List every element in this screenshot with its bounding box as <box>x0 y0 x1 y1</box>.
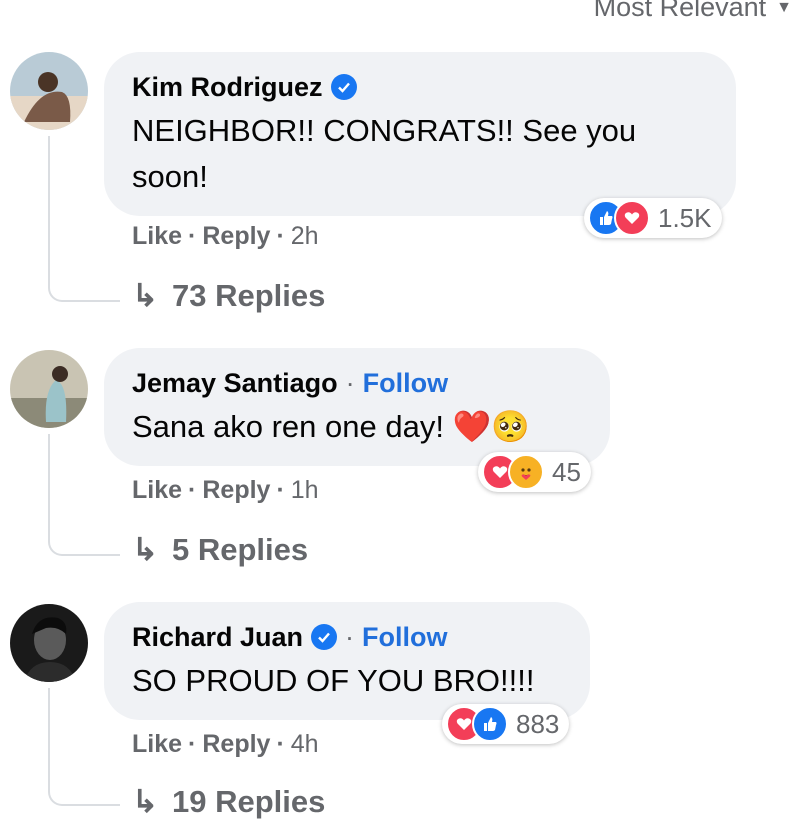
commenter-name[interactable]: Kim Rodriguez <box>132 70 323 104</box>
view-replies-button[interactable]: ↳ 19 Replies <box>132 784 325 820</box>
follow-button[interactable]: Follow <box>362 620 447 654</box>
like-button[interactable]: Like <box>132 476 182 505</box>
thread-connector <box>48 434 120 556</box>
avatar[interactable] <box>10 604 88 682</box>
avatar[interactable] <box>10 52 88 130</box>
thread-connector <box>48 688 120 806</box>
reply-button[interactable]: Reply <box>202 730 270 759</box>
commenter-name[interactable]: Richard Juan <box>132 620 303 654</box>
like-button[interactable]: Like <box>132 730 182 759</box>
comment-timestamp[interactable]: 1h <box>291 476 319 505</box>
caret-down-icon: ▼ <box>776 0 792 16</box>
replies-count: 73 Replies <box>171 278 326 313</box>
separator-dot: · <box>276 222 285 250</box>
care-reaction-icon <box>508 454 544 490</box>
like-reaction-icon <box>472 706 508 742</box>
view-replies-button[interactable]: ↳ 73 Replies <box>132 278 325 314</box>
love-reaction-icon <box>614 200 650 236</box>
commenter-name[interactable]: Jemay Santiago <box>132 366 338 400</box>
reply-arrow-icon: ↳ <box>132 532 158 567</box>
comment-text: Sana ako ren one day! ❤️🥺 <box>132 409 530 444</box>
comment-bubble: Kim Rodriguez NEIGHBOR!! CONGRATS!! See … <box>104 52 736 216</box>
reaction-count: 883 <box>516 708 560 739</box>
reply-arrow-icon: ↳ <box>132 784 158 819</box>
reaction-summary[interactable]: 883 <box>442 704 570 744</box>
avatar[interactable] <box>10 350 88 428</box>
separator-dot: · <box>188 222 197 250</box>
separator-dot: · <box>188 476 197 504</box>
comment-bubble: Richard Juan · Follow SO PROUD OF YOU BR… <box>104 602 590 720</box>
separator-dot: · <box>188 730 197 758</box>
separator-dot: · <box>276 730 285 758</box>
reaction-count: 1.5K <box>658 202 712 233</box>
view-replies-button[interactable]: ↳ 5 Replies <box>132 532 308 568</box>
reply-button[interactable]: Reply <box>202 476 270 505</box>
reaction-summary[interactable]: 45 <box>478 452 591 492</box>
reply-arrow-icon: ↳ <box>132 278 158 313</box>
comment-text: NEIGHBOR!! CONGRATS!! See you soon! <box>132 113 637 194</box>
separator-dot: · <box>345 622 355 652</box>
sort-label: Most Relevant <box>593 0 767 22</box>
separator-dot: · <box>345 368 355 398</box>
verified-badge-icon <box>330 74 357 100</box>
comment-timestamp[interactable]: 2h <box>291 222 319 251</box>
comment-bubble: Jemay Santiago · Follow Sana ako ren one… <box>104 348 610 466</box>
comment-timestamp[interactable]: 4h <box>291 730 319 759</box>
replies-count: 5 Replies <box>171 532 309 567</box>
reply-button[interactable]: Reply <box>202 222 270 251</box>
verified-badge-icon <box>311 624 338 650</box>
follow-button[interactable]: Follow <box>363 366 448 400</box>
like-button[interactable]: Like <box>132 222 182 251</box>
sort-dropdown[interactable]: Most Relevant ▼ <box>594 0 792 23</box>
replies-count: 19 Replies <box>171 784 326 819</box>
separator-dot: · <box>276 476 285 504</box>
comment-text: SO PROUD OF YOU BRO!!!! <box>132 663 535 698</box>
reaction-count: 45 <box>552 456 581 487</box>
reaction-summary[interactable]: 1.5K <box>584 198 722 238</box>
